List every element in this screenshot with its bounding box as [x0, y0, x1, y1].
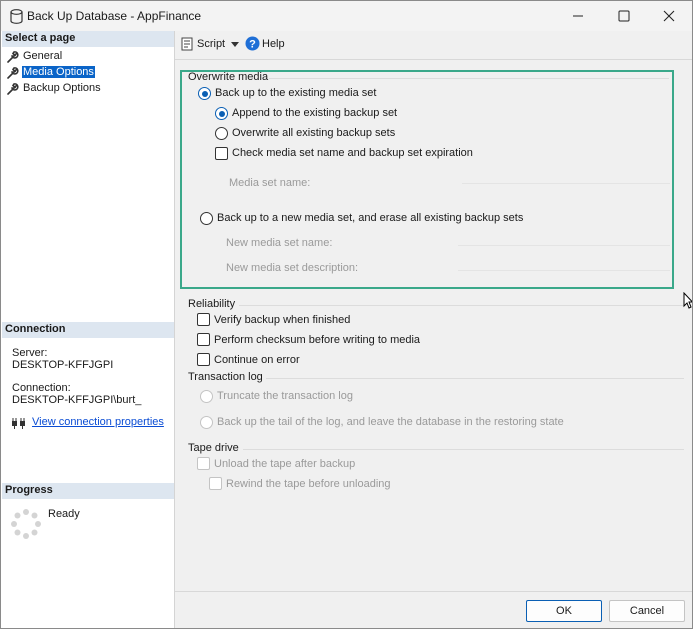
title-bar: Back Up Database - AppFinance [1, 1, 692, 31]
verify-backup-label: Verify backup when finished [214, 314, 351, 326]
maximize-button[interactable] [601, 1, 647, 31]
new-media-set-description-label: New media set description: [226, 262, 359, 274]
server-label: Server: [12, 347, 48, 359]
plug-icon [12, 418, 25, 429]
progress-status: Ready [48, 508, 80, 520]
minimize-button[interactable] [555, 1, 601, 31]
section-divider [266, 378, 684, 379]
help-icon: ? [245, 36, 260, 51]
wrench-icon [7, 67, 19, 79]
append-backup-set-label: Append to the existing backup set [232, 107, 398, 119]
progress-heading: Progress [5, 484, 53, 496]
view-connection-properties-link[interactable]: View connection properties [32, 416, 164, 428]
page-item-backup-options[interactable]: Backup Options [7, 81, 167, 96]
section-divider [243, 449, 684, 450]
transaction-log-heading: Transaction log [188, 371, 263, 383]
toolbar: Script ? Help [175, 31, 692, 57]
footer-divider [175, 591, 692, 592]
wrench-icon [7, 51, 19, 63]
new-media-set-label: Back up to a new media set, and erase al… [217, 212, 524, 224]
overwrite-backup-sets-label: Overwrite all existing backup sets [232, 127, 396, 139]
close-button[interactable] [646, 1, 692, 31]
new-media-set-name-label: New media set name: [226, 237, 333, 249]
backup-tail-log-label: Back up the tail of the log, and leave t… [217, 416, 564, 428]
page-item-general[interactable]: General [7, 49, 167, 64]
existing-media-set-radio[interactable] [198, 87, 211, 100]
cancel-button[interactable]: Cancel [609, 600, 685, 622]
unload-tape-checkbox[interactable] [197, 457, 210, 470]
perform-checksum-label: Perform checksum before writing to media [214, 334, 421, 346]
connection-label: Connection: [12, 382, 71, 394]
check-media-set-name-label: Check media set name and backup set expi… [232, 147, 473, 159]
new-media-set-description-input[interactable] [458, 254, 670, 271]
check-media-set-name-checkbox[interactable] [215, 147, 228, 160]
script-icon [181, 37, 193, 51]
append-backup-set-radio[interactable] [215, 107, 228, 120]
select-page-header: Select a page [2, 31, 174, 47]
page-item-label: General [23, 50, 63, 62]
left-panel: Select a page General Media Options Back… [1, 31, 175, 628]
help-button[interactable]: ? Help [245, 34, 289, 54]
continue-on-error-label: Continue on error [214, 354, 300, 366]
perform-checksum-checkbox[interactable] [197, 333, 210, 346]
connection-value: DESKTOP-KFFJGPI\burt_ [12, 394, 142, 406]
section-divider [239, 305, 684, 306]
progress-spinner-icon [11, 509, 41, 539]
page-item-label: Media Options [22, 66, 95, 78]
close-icon [663, 10, 675, 22]
truncate-log-radio[interactable] [200, 390, 213, 403]
progress-header: Progress [2, 483, 174, 499]
backup-database-dialog: Back Up Database - AppFinance Select a p… [0, 0, 693, 629]
media-set-name-input[interactable] [462, 167, 670, 184]
continue-on-error-checkbox[interactable] [197, 353, 210, 366]
wrench-icon [7, 83, 19, 95]
reliability-heading: Reliability [188, 298, 236, 310]
minimize-icon [573, 15, 583, 17]
chevron-down-icon [231, 42, 239, 47]
connection-header: Connection [2, 322, 174, 338]
tape-drive-heading: Tape drive [188, 442, 239, 454]
verify-backup-checkbox[interactable] [197, 313, 210, 326]
mouse-cursor-icon [683, 292, 692, 309]
maximize-icon [618, 10, 630, 22]
server-value: DESKTOP-KFFJGPI [12, 359, 114, 371]
rewind-tape-label: Rewind the tape before unloading [226, 478, 391, 490]
media-set-name-label: Media set name: [229, 177, 311, 189]
rewind-tape-checkbox[interactable] [209, 477, 222, 490]
unload-tape-label: Unload the tape after backup [214, 458, 356, 470]
toolbar-divider [175, 59, 692, 60]
page-item-label: Backup Options [23, 82, 101, 94]
overwrite-backup-sets-radio[interactable] [215, 127, 228, 140]
existing-media-set-label: Back up to the existing media set [215, 87, 377, 99]
new-media-set-name-input[interactable] [458, 229, 670, 246]
connection-heading: Connection [5, 323, 66, 335]
section-divider [269, 78, 669, 79]
ok-button[interactable]: OK [526, 600, 602, 622]
overwrite-media-heading: Overwrite media [188, 71, 269, 83]
help-label: Help [262, 38, 285, 50]
window-title: Back Up Database - AppFinance [27, 9, 202, 23]
new-media-set-radio[interactable] [200, 212, 213, 225]
svg-text:?: ? [249, 39, 256, 51]
script-label: Script [197, 38, 226, 50]
script-button[interactable]: Script [180, 34, 244, 54]
truncate-log-label: Truncate the transaction log [217, 390, 353, 402]
select-page-heading: Select a page [5, 32, 76, 44]
backup-tail-log-radio[interactable] [200, 416, 213, 429]
database-icon [10, 9, 23, 24]
page-item-media-options[interactable]: Media Options [7, 65, 167, 80]
